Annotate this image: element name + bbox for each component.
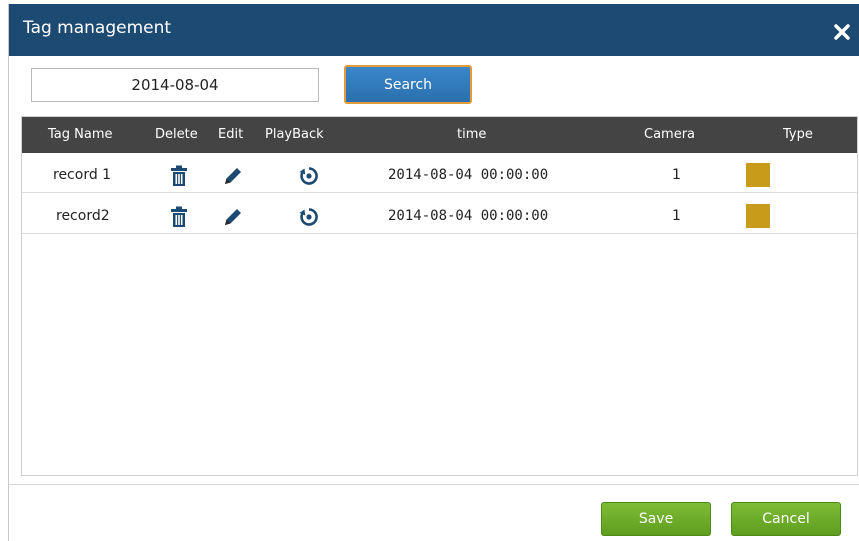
date-input[interactable] (31, 68, 319, 102)
type-color-swatch (746, 204, 770, 228)
column-header-time: time (457, 127, 487, 142)
save-button[interactable]: Save (601, 502, 711, 536)
time-cell: 2014-08-04 00:00:00 (388, 208, 549, 224)
tag-name-cell: record2 (56, 208, 110, 224)
column-header-camera: Camera (644, 127, 696, 142)
search-button[interactable]: Search (344, 65, 472, 104)
pencil-icon[interactable] (221, 205, 245, 233)
playback-icon[interactable] (298, 206, 320, 232)
column-header-tag-name: Tag Name (48, 127, 113, 142)
column-header-edit: Edit (218, 127, 244, 142)
table-header: Tag Name Delete Edit PlayBack time Camer… (22, 117, 857, 153)
camera-cell: 1 (672, 208, 681, 224)
tag-table: Tag Name Delete Edit PlayBack time Camer… (21, 116, 858, 476)
pencil-icon[interactable] (221, 164, 245, 192)
playback-icon[interactable] (298, 165, 320, 191)
tag-management-dialog: Tag management Search Tag Name Delete Ed… (8, 4, 859, 541)
close-icon[interactable] (828, 18, 856, 46)
time-cell: 2014-08-04 00:00:00 (388, 167, 549, 183)
footer-divider (9, 484, 859, 485)
dialog-title: Tag management (23, 18, 172, 38)
tag-name-cell: record 1 (53, 167, 112, 183)
column-header-type: Type (783, 127, 813, 142)
camera-cell: 1 (672, 167, 681, 183)
trash-icon[interactable] (169, 165, 189, 191)
type-color-swatch (746, 163, 770, 187)
table-row[interactable]: record2 2014-08-04 00:00:00 1 (22, 198, 857, 234)
trash-icon[interactable] (169, 206, 189, 232)
table-row[interactable]: record 1 2014-08-04 00:00:00 1 (22, 157, 857, 193)
column-header-playback: PlayBack (265, 127, 324, 142)
column-header-delete: Delete (155, 127, 198, 142)
cancel-button[interactable]: Cancel (731, 502, 841, 536)
dialog-titlebar: Tag management (9, 4, 859, 56)
